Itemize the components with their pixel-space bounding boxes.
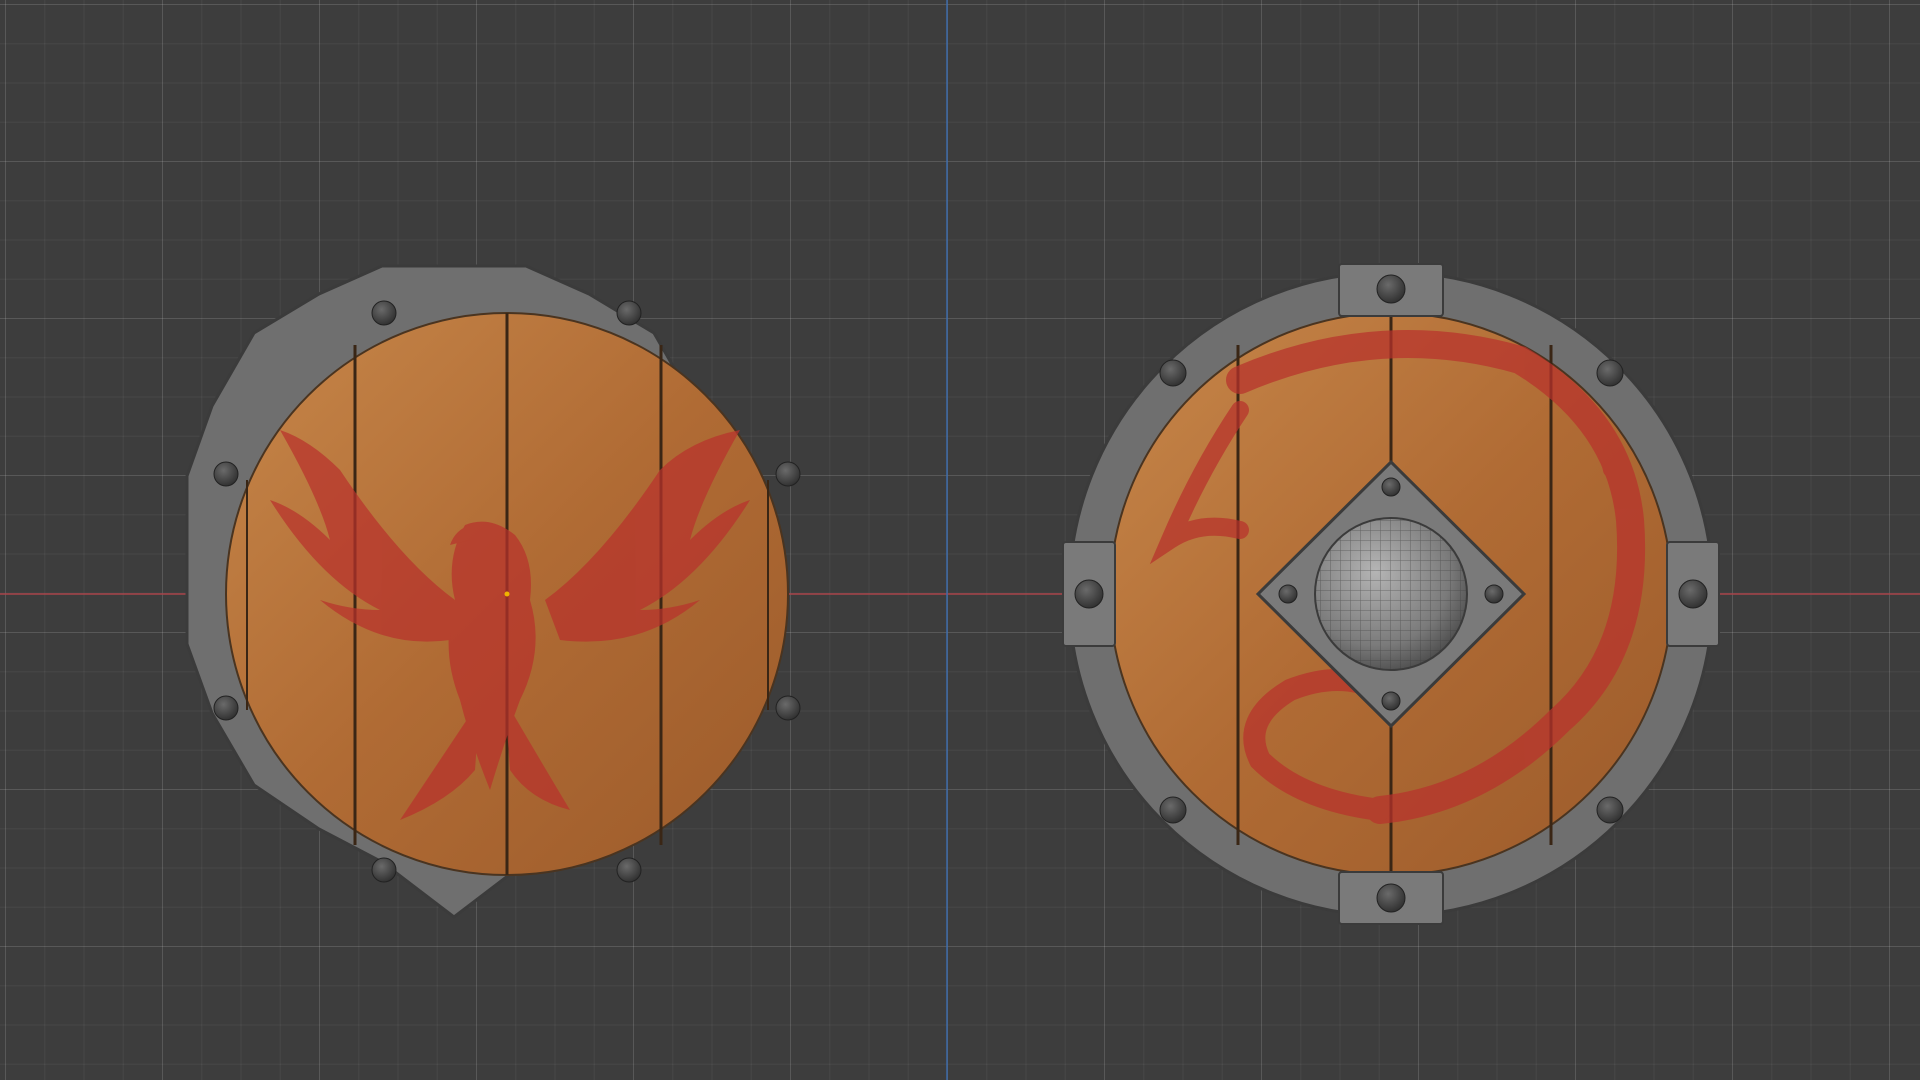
boss-rivet bbox=[1278, 584, 1298, 604]
rivet bbox=[1074, 579, 1104, 609]
rivet bbox=[616, 857, 642, 883]
rivet bbox=[213, 461, 239, 487]
rivet bbox=[1596, 796, 1624, 824]
rivet bbox=[371, 300, 397, 326]
rivet bbox=[371, 857, 397, 883]
boss-rivet bbox=[1381, 477, 1401, 497]
rivet bbox=[1678, 579, 1708, 609]
origin-point[interactable] bbox=[504, 591, 510, 597]
rivet bbox=[1596, 359, 1624, 387]
shield-phoenix[interactable] bbox=[185, 264, 801, 919]
viewport-scene[interactable] bbox=[0, 0, 1920, 1080]
boss-rivet bbox=[1381, 691, 1401, 711]
rivet bbox=[1159, 796, 1187, 824]
rivet bbox=[616, 300, 642, 326]
boss-rivet bbox=[1484, 584, 1504, 604]
rivet bbox=[1159, 359, 1187, 387]
boss-mesh bbox=[1315, 518, 1467, 670]
3d-viewport[interactable] bbox=[0, 0, 1920, 1080]
rivet bbox=[775, 695, 801, 721]
shield-dragon[interactable] bbox=[1062, 263, 1720, 925]
rivet bbox=[1376, 883, 1406, 913]
rivet bbox=[775, 461, 801, 487]
rivet bbox=[213, 695, 239, 721]
rivet bbox=[1376, 274, 1406, 304]
